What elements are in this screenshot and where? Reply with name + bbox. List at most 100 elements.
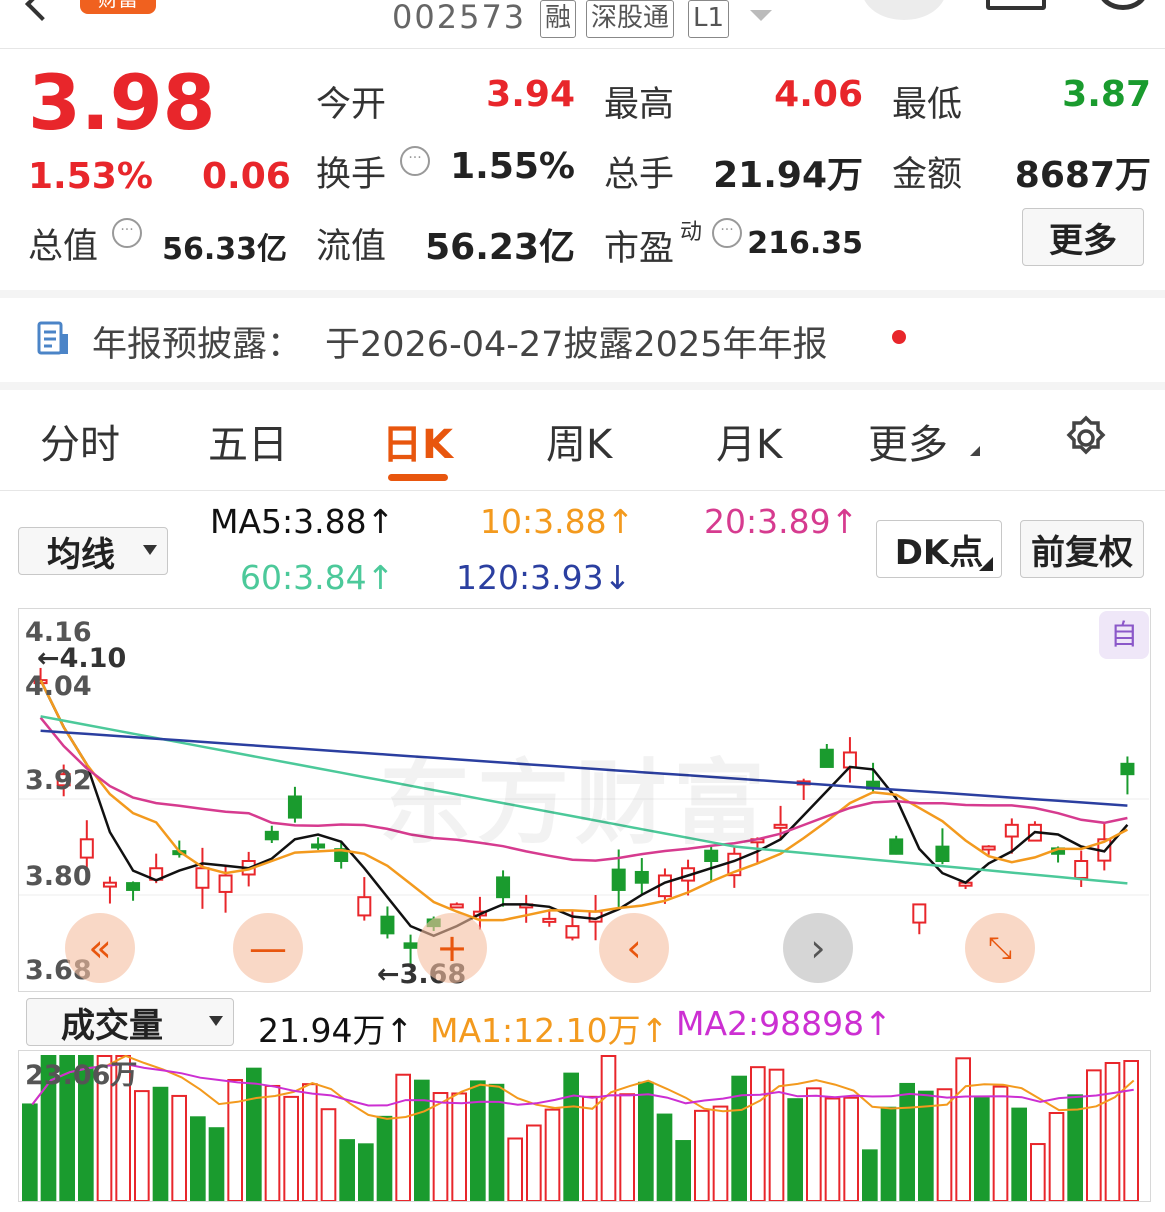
low-label: 最低: [892, 85, 963, 125]
volume-bar: [376, 1115, 393, 1201]
volume-select[interactable]: 成交量: [26, 998, 234, 1046]
volume-bar: [152, 1086, 169, 1201]
expand-icon[interactable]: ⤡: [965, 913, 1035, 983]
float-label: 流值: [316, 227, 387, 267]
tab-daily-k[interactable]: 日K: [382, 412, 453, 470]
kline-chart[interactable]: 东方财富 4.16 4.04 3.92 3.80 3.68 ←4.10 ←3.6…: [18, 608, 1151, 992]
volume-bar: [507, 1137, 524, 1201]
candle: [1074, 860, 1089, 879]
minus-icon[interactable]: —: [233, 913, 303, 983]
volume-bar: [190, 1116, 206, 1201]
plus-icon[interactable]: +: [417, 913, 487, 983]
tab-more[interactable]: 更多: [868, 412, 948, 470]
amount-value: 8687万: [1014, 155, 1151, 196]
max-marker: ←4.10: [37, 643, 127, 674]
candle: [1004, 823, 1019, 838]
volume-bar: [134, 1090, 150, 1201]
volume-bar: [675, 1140, 691, 1201]
right-icon[interactable]: ›: [783, 913, 853, 983]
current-price: 3.98: [28, 58, 216, 147]
volume-bar: [227, 1078, 243, 1201]
tab-monthly-k[interactable]: 月K: [716, 412, 782, 470]
candle: [311, 843, 326, 849]
volume-label: 总手: [604, 155, 675, 195]
mktcap-label: 总值: [28, 227, 99, 267]
candle: [496, 876, 511, 899]
more-button[interactable]: 更多: [1022, 208, 1144, 266]
screen-icon[interactable]: [986, 0, 1046, 10]
low-value: 3.87: [1062, 74, 1151, 115]
dropdown-arrow-icon: [209, 1016, 223, 1026]
amount-label: 金额: [892, 155, 963, 195]
double-left-icon[interactable]: «: [65, 913, 135, 983]
avatar[interactable]: [862, 0, 946, 20]
candle: [819, 748, 834, 768]
gear-icon[interactable]: [1062, 414, 1110, 462]
change-amount: 0.06: [202, 156, 291, 197]
kline-watermark: 东方财富: [379, 750, 772, 857]
candle: [842, 751, 857, 769]
volume-bar: [339, 1139, 356, 1201]
volume-bar: [358, 1143, 374, 1201]
high-value: 4.06: [774, 74, 863, 115]
ma5-value: MA5:3.88↑: [210, 502, 395, 541]
change-percent: 1.53%: [28, 156, 153, 197]
volume-bar: [1067, 1094, 1084, 1201]
header-bar: 财富 002573 融 深股通 L1: [0, 0, 1165, 48]
pe-label: 市盈: [604, 229, 675, 269]
volume-bar: [1030, 1143, 1046, 1201]
candle: [195, 867, 210, 889]
float-value: 56.23亿: [425, 227, 575, 268]
volume-bar: [1086, 1069, 1102, 1201]
volume-svg: [22, 1054, 1140, 1201]
volume-bar: [992, 1085, 1009, 1201]
volume-bar: [712, 1105, 729, 1201]
candle: [889, 838, 904, 855]
candle: [935, 845, 950, 862]
self-select-button[interactable]: 自: [1099, 611, 1149, 659]
candle: [102, 881, 117, 888]
left-icon[interactable]: ‹: [599, 913, 669, 983]
volume-bar: [918, 1090, 934, 1201]
volume-bar: [208, 1127, 225, 1201]
volume-bar: [582, 1095, 598, 1201]
info-icon[interactable]: ···: [112, 218, 142, 248]
volume-bar: [320, 1108, 337, 1201]
adjust-button[interactable]: 前复权: [1020, 520, 1144, 578]
info-icon[interactable]: ···: [712, 218, 742, 248]
tab-intraday[interactable]: 分时: [40, 412, 120, 470]
indicator-select[interactable]: 均线: [18, 527, 168, 575]
volume-bar: [171, 1094, 187, 1201]
volume-bar: [22, 1103, 38, 1201]
back-icon[interactable]: [25, 0, 59, 21]
volume-bar: [750, 1066, 766, 1201]
dropdown-arrow-icon: [143, 545, 157, 555]
dk-button[interactable]: DK点: [876, 520, 1002, 578]
volume-bar: [526, 1124, 542, 1201]
turnover-label: 换手: [316, 155, 387, 195]
chevron-down-icon[interactable]: [750, 10, 772, 21]
stock-code: 002573: [392, 0, 527, 36]
candle: [981, 845, 996, 851]
notice-text[interactable]: 于2026-04-27披露2025年年报: [325, 316, 827, 367]
info-icon[interactable]: ···: [400, 146, 430, 176]
candle: [218, 874, 233, 893]
volume-bar: [824, 1097, 841, 1201]
candle: [542, 917, 557, 923]
ma20-value: 20:3.89↑: [704, 502, 859, 541]
candle: [773, 823, 788, 829]
volume-bar: [694, 1109, 710, 1201]
pe-value: 216.35: [747, 226, 863, 261]
corner-triangle-icon: [979, 557, 993, 571]
candle: [380, 915, 395, 935]
document-icon: [36, 320, 70, 356]
candle: [357, 896, 372, 917]
volume-chart[interactable]: 23.06万: [18, 1050, 1151, 1202]
volume-bar: [600, 1055, 617, 1201]
tab-five-day[interactable]: 五日: [208, 412, 288, 470]
turnover-value: 1.55%: [450, 146, 575, 187]
search-icon[interactable]: [1098, 0, 1148, 10]
volume-bar: [656, 1113, 673, 1201]
volume-bar: [283, 1095, 300, 1201]
tab-weekly-k[interactable]: 周K: [546, 412, 612, 470]
